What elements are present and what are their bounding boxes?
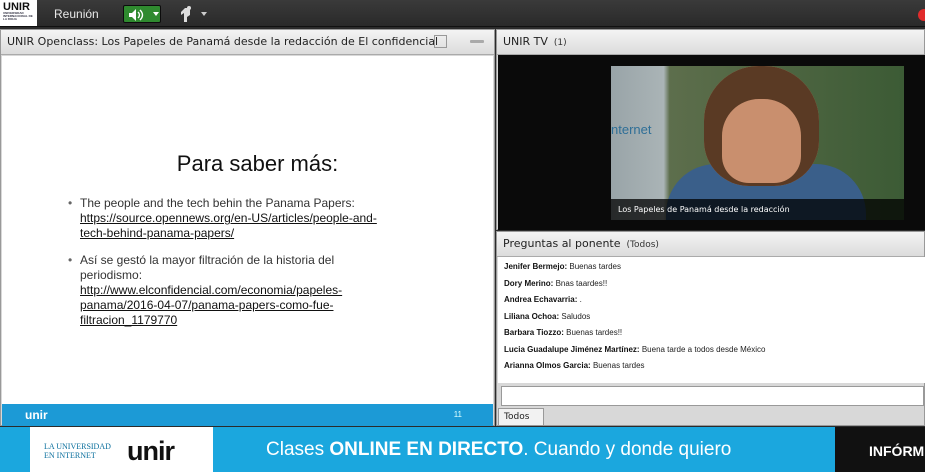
message-author: Arianna Olmos Garcia: <box>504 361 591 370</box>
chevron-down-icon[interactable] <box>153 12 159 16</box>
message-author: Barbara Tiozzo: <box>504 328 564 337</box>
video-caption: Los Papeles de Panamá desde la redacción <box>611 199 904 220</box>
video-pod-header: UNIR TV (1) <box>497 30 924 55</box>
message-text: Bnas taardes!! <box>555 278 608 288</box>
chat-message: Liliana Ochoa: Saludos <box>504 309 919 326</box>
background-sign: nternet <box>611 122 652 137</box>
logo-subtext: UNIVERSIDAD INTERNACIONAL DE LA RIOJA <box>3 11 33 21</box>
raise-hand-button[interactable] <box>172 5 210 23</box>
message-author: Lucia Guadalupe Jiménez Martínez: <box>504 344 640 354</box>
bullet-text: Así se gestó la mayor filtración de la h… <box>80 253 335 282</box>
speaker-head <box>704 66 819 186</box>
message-author: Jenifer Bermejo: <box>504 262 568 271</box>
chat-pod-title: Preguntas al ponente <box>503 237 621 250</box>
message-text: Saludos <box>561 311 591 321</box>
bullet-text: The people and the tech behin the Panama… <box>80 196 355 210</box>
viewer-count: (1) <box>553 38 567 48</box>
chat-pod-header: Preguntas al ponente (Todos) <box>497 232 924 257</box>
tagline-line: LA UNIVERSIDAD <box>44 442 111 451</box>
record-icon <box>918 9 925 21</box>
slide-bullets: The people and the tech behin the Panama… <box>68 196 388 340</box>
slogan-post: . Cuando y donde quiero <box>523 439 732 460</box>
raise-hand-icon <box>181 6 191 22</box>
slogan-pre: Clases <box>266 439 330 460</box>
slide-title: Para saber más: <box>176 151 339 176</box>
slogan-bold: ONLINE EN DIRECTO <box>329 439 524 460</box>
slide-bullet: Así se gestó la mayor filtración de la h… <box>68 253 388 328</box>
slide-brand: unir <box>25 408 48 422</box>
top-toolbar: UNIR UNIVERSIDAD INTERNACIONAL DE LA RIO… <box>0 0 925 27</box>
unir-logo: UNIR UNIVERSIDAD INTERNACIONAL DE LA RIO… <box>0 0 37 26</box>
info-button[interactable]: INFÓRM <box>835 427 925 472</box>
message-text: Buenas tardes <box>592 361 645 370</box>
slide-link[interactable]: http://www.elconfidencial.com/economia/p… <box>80 283 342 327</box>
chat-messages: Jenifer Bermejo: Buenas tardes Dory Meri… <box>498 257 925 383</box>
message-author: Dory Merino: <box>504 278 554 288</box>
speaker-icon <box>129 9 144 21</box>
slide-link[interactable]: https://source.opennews.org/en-US/articl… <box>80 211 377 240</box>
video-pod: UNIR TV (1) nternet Los Papeles de Panamá… <box>496 29 925 230</box>
chat-message: Lucia Guadalupe Jiménez Martínez: Buena … <box>504 342 919 359</box>
slide-bullet: The people and the tech behin the Panama… <box>68 196 388 241</box>
chat-input[interactable] <box>501 386 924 406</box>
speaker-button[interactable] <box>123 5 161 23</box>
recipient-selector[interactable]: Todos <box>498 408 544 426</box>
video-feed[interactable]: nternet <box>611 66 904 220</box>
video-pod-title: UNIR TV <box>503 35 548 48</box>
chevron-down-icon[interactable] <box>201 12 207 16</box>
message-text: Buenas tardes <box>569 262 621 271</box>
message-author: Andrea Echavarria: <box>504 295 578 304</box>
maximize-icon[interactable] <box>434 35 447 48</box>
promo-banner[interactable]: LA UNIVERSIDAD EN INTERNET unir Clases O… <box>0 427 925 472</box>
chat-message: Barbara Tiozzo: Buenas tardes!! <box>504 325 919 342</box>
video-area: nternet Los Papeles de Panamá desde la r… <box>498 55 925 230</box>
chat-pod: Preguntas al ponente (Todos) Jenifer Berm… <box>496 231 925 426</box>
chat-message: Dory Merino: Bnas taardes!! <box>504 276 919 293</box>
share-pod-header: UNIR Openclass: Los Papeles de Panamá de… <box>1 30 494 55</box>
pod-menu-icon[interactable] <box>470 40 484 43</box>
chat-message: Arianna Olmos Garcia: Buenas tardes <box>504 358 919 375</box>
message-author: Liliana Ochoa: <box>504 311 560 321</box>
tagline-line: EN INTERNET <box>44 451 96 460</box>
slide-page-number: 11 <box>453 410 462 419</box>
meeting-menu[interactable]: Reunión <box>54 7 99 21</box>
chat-scope: (Todos) <box>626 240 659 250</box>
presentation-slide: Para saber más: The people and the tech … <box>2 56 493 426</box>
message-text: Buenas tardes!! <box>566 328 623 337</box>
message-text: . <box>579 295 582 304</box>
banner-logo-text: unir <box>127 436 175 466</box>
banner-tagline: LA UNIVERSIDAD EN INTERNET <box>44 442 111 460</box>
slide-footer: unir 11 <box>2 404 493 426</box>
chat-message: Andrea Echavarria: . <box>504 292 919 309</box>
share-pod: UNIR Openclass: Los Papeles de Panamá de… <box>0 29 495 426</box>
message-text: Buena tarde a todos desde México <box>641 344 766 354</box>
chat-message: Jenifer Bermejo: Buenas tardes <box>504 259 919 276</box>
banner-slogan: Clases ONLINE EN DIRECTO. Cuando y donde… <box>266 439 731 461</box>
share-pod-title: UNIR Openclass: Los Papeles de Panamá de… <box>7 35 439 48</box>
banner-logo: LA UNIVERSIDAD EN INTERNET unir <box>30 427 213 472</box>
